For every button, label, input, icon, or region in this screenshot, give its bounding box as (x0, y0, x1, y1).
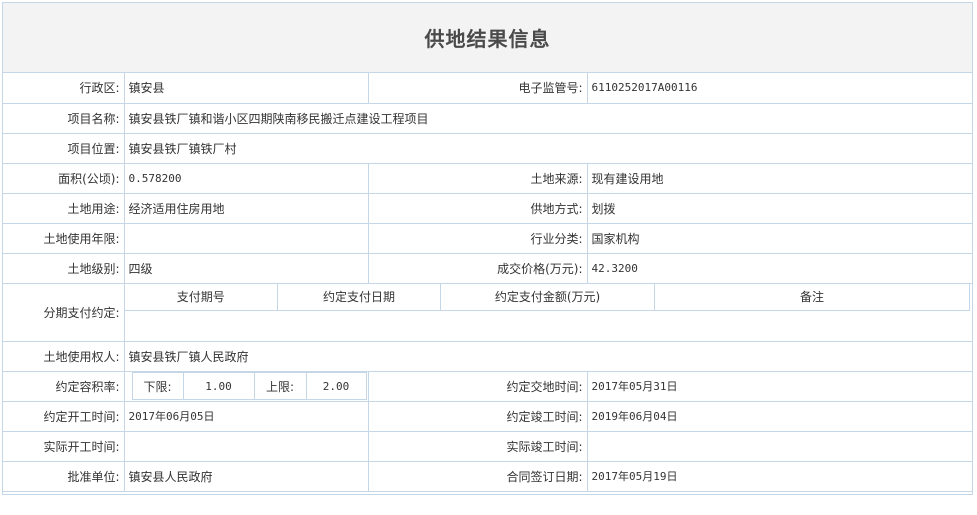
installment-col-amount: 约定支付金额(万元) (440, 284, 655, 311)
installment-col-remark: 备注 (654, 284, 970, 311)
start-time-value: 2017年06月05日 (123, 400, 369, 432)
project-name-value: 镇安县铁厂镇和谐小区四期陕南移民搬迁点建设工程项目 (123, 102, 972, 134)
installment-col-date: 约定支付日期 (277, 284, 441, 311)
project-name-label: 项目名称: (3, 102, 125, 134)
land-use-label: 土地用途: (3, 192, 125, 224)
installment-table: 支付期号 约定支付日期 约定支付金额(万元) 备注 (125, 284, 970, 311)
row-actual-start: 实际开工时间: 实际竣工时间: (3, 430, 972, 462)
row-land-grade: 土地级别: 四级 成交价格(万元): 42.3200 (3, 252, 972, 284)
far-upper-value: 2.00 (306, 372, 367, 400)
supply-method-label: 供地方式: (367, 192, 588, 224)
industry-value: 国家机构 (586, 222, 972, 254)
row-far: 约定容积率: 下限: 1.00 上限: 2.00 约定交地时间: 2017年05… (3, 370, 972, 402)
page-title: 供地结果信息 (424, 27, 551, 51)
project-location-label: 项目位置: (3, 132, 125, 164)
use-term-label: 土地使用年限: (3, 222, 125, 254)
delivery-time-value: 2017年05月31日 (586, 370, 972, 402)
land-user-label: 土地使用权人: (3, 340, 125, 372)
start-time-label: 约定开工时间: (3, 400, 125, 432)
contract-date-label: 合同签订日期: (367, 460, 588, 492)
area-value: 0.578200 (123, 162, 369, 194)
installment-col-period: 支付期号 (125, 284, 278, 311)
row-area: 面积(公顷): 0.578200 土地来源: 现有建设用地 (3, 162, 972, 194)
far-label: 约定容积率: (3, 370, 125, 402)
row-installment: 分期支付约定: 支付期号 约定支付日期 约定支付金额(万元) 备注 (3, 282, 972, 342)
supervision-no-value: 6110252017A00116 (586, 73, 972, 104)
price-label: 成交价格(万元): (367, 252, 588, 284)
far-range: 下限: 1.00 上限: 2.00 (131, 372, 368, 400)
contract-date-value: 2017年05月19日 (586, 460, 972, 492)
actual-completion-label: 实际竣工时间: (367, 430, 588, 462)
land-source-value: 现有建设用地 (586, 162, 972, 194)
far-lower-label: 下限: (131, 372, 184, 400)
completion-time-label: 约定竣工时间: (367, 400, 588, 432)
land-supply-result-panel: 供地结果信息 行政区: 镇安县 电子监管号: 6110252017A00116 … (2, 2, 973, 495)
row-project-location: 项目位置: 镇安县铁厂镇铁厂村 (3, 132, 972, 164)
price-value: 42.3200 (586, 252, 972, 284)
project-location-value: 镇安县铁厂镇铁厂村 (123, 132, 972, 164)
row-approver: 批准单位: 镇安县人民政府 合同签订日期: 2017年05月19日 (3, 460, 972, 492)
actual-start-value (123, 430, 369, 462)
district-label: 行政区: (3, 73, 125, 104)
actual-start-label: 实际开工时间: (3, 430, 125, 462)
far-upper-label: 上限: (254, 372, 307, 400)
installment-cell: 支付期号 约定支付日期 约定支付金额(万元) 备注 (123, 282, 972, 342)
delivery-time-label: 约定交地时间: (367, 370, 588, 402)
title-bar: 供地结果信息 (3, 3, 972, 73)
approver-value: 镇安县人民政府 (123, 460, 369, 492)
use-term-value (123, 222, 369, 254)
land-use-value: 经济适用住房用地 (123, 192, 369, 224)
actual-completion-value (586, 430, 972, 462)
land-user-value: 镇安县铁厂镇人民政府 (123, 340, 972, 372)
approver-label: 批准单位: (3, 460, 125, 492)
installment-header-row: 支付期号 约定支付日期 约定支付金额(万元) 备注 (125, 284, 970, 311)
district-value: 镇安县 (123, 73, 369, 104)
info-table: 行政区: 镇安县 电子监管号: 6110252017A00116 项目名称: 镇… (3, 73, 972, 492)
far-lower-value: 1.00 (183, 372, 255, 400)
land-grade-label: 土地级别: (3, 252, 125, 284)
supervision-no-label: 电子监管号: (367, 73, 588, 104)
supply-method-value: 划拨 (586, 192, 972, 224)
row-district: 行政区: 镇安县 电子监管号: 6110252017A00116 (3, 73, 972, 104)
row-start-time: 约定开工时间: 2017年06月05日 约定竣工时间: 2019年06月04日 (3, 400, 972, 432)
far-cell: 下限: 1.00 上限: 2.00 (123, 370, 369, 402)
installment-label: 分期支付约定: (3, 282, 125, 342)
row-use-term: 土地使用年限: 行业分类: 国家机构 (3, 222, 972, 254)
row-land-user: 土地使用权人: 镇安县铁厂镇人民政府 (3, 340, 972, 372)
land-grade-value: 四级 (123, 252, 369, 284)
row-land-use: 土地用途: 经济适用住房用地 供地方式: 划拨 (3, 192, 972, 224)
area-label: 面积(公顷): (3, 162, 125, 194)
row-project-name: 项目名称: 镇安县铁厂镇和谐小区四期陕南移民搬迁点建设工程项目 (3, 102, 972, 134)
industry-label: 行业分类: (367, 222, 588, 254)
completion-time-value: 2019年06月04日 (586, 400, 972, 432)
land-source-label: 土地来源: (367, 162, 588, 194)
